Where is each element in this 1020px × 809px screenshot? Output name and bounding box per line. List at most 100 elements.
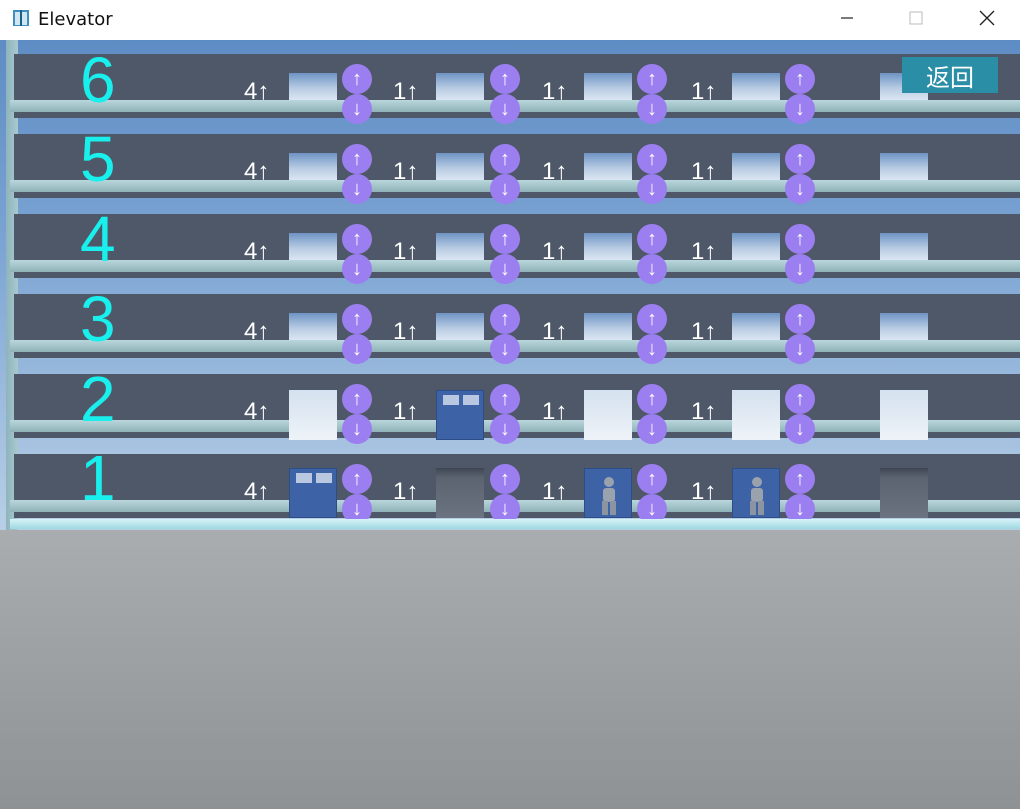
elevator-shaft-window bbox=[289, 233, 337, 260]
elevator-count-label: 1↑ bbox=[393, 238, 419, 265]
elevator-count-label: 4↑ bbox=[244, 478, 270, 505]
elevator-shaft-window bbox=[732, 313, 780, 340]
call-down-button[interactable]: ↓ bbox=[490, 414, 520, 444]
elevator-shaft-window bbox=[436, 468, 484, 518]
maximize-button[interactable] bbox=[893, 0, 939, 36]
call-up-button[interactable]: ↑ bbox=[490, 304, 520, 334]
call-down-button[interactable]: ↓ bbox=[490, 174, 520, 204]
call-down-button[interactable]: ↓ bbox=[490, 334, 520, 364]
elevator-car bbox=[289, 468, 337, 518]
elevator-count-label: 1↑ bbox=[393, 78, 419, 105]
call-up-button[interactable]: ↑ bbox=[637, 464, 667, 494]
call-up-button[interactable]: ↑ bbox=[490, 144, 520, 174]
call-up-button[interactable]: ↑ bbox=[785, 304, 815, 334]
call-down-button[interactable]: ↓ bbox=[785, 414, 815, 444]
call-down-button[interactable]: ↓ bbox=[490, 94, 520, 124]
floor-number-label: 6 bbox=[80, 44, 116, 116]
elevator-shaft-window bbox=[880, 313, 928, 340]
call-up-button[interactable]: ↑ bbox=[785, 64, 815, 94]
elevator-shaft-window bbox=[880, 153, 928, 180]
elevator-shaft-window bbox=[732, 468, 780, 518]
call-up-button[interactable]: ↑ bbox=[785, 384, 815, 414]
title-bar: Elevator bbox=[0, 0, 1020, 40]
call-up-button[interactable]: ↑ bbox=[637, 64, 667, 94]
call-down-button[interactable]: ↓ bbox=[637, 254, 667, 284]
call-up-button[interactable]: ↑ bbox=[785, 224, 815, 254]
game-viewport: 6 4↑ ↑ ↓ 1↑ ↑ ↓ 1↑ ↑ ↓ 1↑ ↑ ↓ 5 4↑ ↑ ↓ 1↑ ↑ ↓ 1↑ ↑ ↓ 1↑ ↑ ↓ 4 4↑ ↑ ↓ 1… bbox=[0, 40, 1020, 809]
elevator-car bbox=[436, 390, 484, 440]
call-up-button[interactable]: ↑ bbox=[342, 384, 372, 414]
call-up-button[interactable]: ↑ bbox=[637, 224, 667, 254]
close-button[interactable] bbox=[964, 0, 1010, 36]
call-down-button[interactable]: ↓ bbox=[342, 414, 372, 444]
call-down-button[interactable]: ↓ bbox=[342, 174, 372, 204]
call-up-button[interactable]: ↑ bbox=[342, 144, 372, 174]
maximize-icon bbox=[909, 11, 923, 25]
ground-floor-slab bbox=[10, 519, 1020, 529]
call-up-button[interactable]: ↑ bbox=[342, 304, 372, 334]
call-down-button[interactable]: ↓ bbox=[637, 334, 667, 364]
call-up-button[interactable]: ↑ bbox=[637, 304, 667, 334]
car-window bbox=[296, 473, 312, 483]
call-up-button[interactable]: ↑ bbox=[637, 144, 667, 174]
call-down-button[interactable]: ↓ bbox=[342, 94, 372, 124]
call-up-button[interactable]: ↑ bbox=[342, 224, 372, 254]
call-up-button[interactable]: ↑ bbox=[785, 144, 815, 174]
elevator-count-label: 1↑ bbox=[542, 318, 568, 345]
call-down-button[interactable]: ↓ bbox=[637, 174, 667, 204]
call-down-button[interactable]: ↓ bbox=[637, 94, 667, 124]
elevator-count-label: 4↑ bbox=[244, 78, 270, 105]
elevator-shaft-window bbox=[732, 73, 780, 100]
elevator-shaft-window bbox=[289, 468, 337, 518]
call-up-button[interactable]: ↑ bbox=[342, 64, 372, 94]
elevator-count-label: 4↑ bbox=[244, 318, 270, 345]
elevator-shaft-window bbox=[880, 233, 928, 260]
elevator-shaft-window bbox=[732, 233, 780, 260]
elevator-count-label: 1↑ bbox=[393, 398, 419, 425]
elevator-shaft-window bbox=[289, 73, 337, 100]
floor-number-label: 1 bbox=[80, 442, 116, 514]
call-down-button[interactable]: ↓ bbox=[785, 94, 815, 124]
elevator-shaft-window bbox=[880, 390, 928, 440]
call-down-button[interactable]: ↓ bbox=[342, 334, 372, 364]
call-down-button[interactable]: ↓ bbox=[785, 174, 815, 204]
elevator-count-label: 1↑ bbox=[393, 158, 419, 185]
elevator-shaft-window bbox=[732, 390, 780, 440]
elevator-shaft-window bbox=[289, 390, 337, 440]
close-icon bbox=[979, 10, 995, 26]
elevator-shaft-window bbox=[436, 73, 484, 100]
elevator-shaft-window bbox=[436, 313, 484, 340]
elevator-shaft-window bbox=[289, 313, 337, 340]
call-up-button[interactable]: ↑ bbox=[637, 384, 667, 414]
elevator-shaft-window bbox=[732, 153, 780, 180]
call-up-button[interactable]: ↑ bbox=[785, 464, 815, 494]
floor-number-label: 4 bbox=[80, 203, 116, 275]
minimize-button[interactable] bbox=[824, 0, 870, 36]
elevator-shaft-window bbox=[584, 73, 632, 100]
call-down-button[interactable]: ↓ bbox=[490, 254, 520, 284]
call-up-button[interactable]: ↑ bbox=[490, 464, 520, 494]
elevator-count-label: 4↑ bbox=[244, 238, 270, 265]
elevator-car bbox=[584, 468, 632, 518]
call-up-button[interactable]: ↑ bbox=[490, 384, 520, 414]
elevator-shaft-window bbox=[436, 153, 484, 180]
back-button[interactable]: 返回 bbox=[902, 57, 998, 93]
elevator-shaft-window bbox=[436, 390, 484, 440]
call-up-button[interactable]: ↑ bbox=[490, 64, 520, 94]
elevator-shaft-window bbox=[584, 153, 632, 180]
passenger-icon bbox=[602, 477, 616, 515]
call-down-button[interactable]: ↓ bbox=[342, 254, 372, 284]
elevator-shaft-window bbox=[584, 233, 632, 260]
elevator-count-label: 4↑ bbox=[244, 158, 270, 185]
car-window bbox=[316, 473, 332, 483]
call-up-button[interactable]: ↑ bbox=[490, 224, 520, 254]
elevator-count-label: 1↑ bbox=[691, 478, 717, 505]
call-down-button[interactable]: ↓ bbox=[785, 334, 815, 364]
elevator-count-label: 1↑ bbox=[542, 238, 568, 265]
passenger-icon bbox=[750, 477, 764, 515]
elevator-count-label: 1↑ bbox=[691, 398, 717, 425]
elevator-count-label: 1↑ bbox=[393, 478, 419, 505]
call-down-button[interactable]: ↓ bbox=[637, 414, 667, 444]
call-down-button[interactable]: ↓ bbox=[785, 254, 815, 284]
call-up-button[interactable]: ↑ bbox=[342, 464, 372, 494]
